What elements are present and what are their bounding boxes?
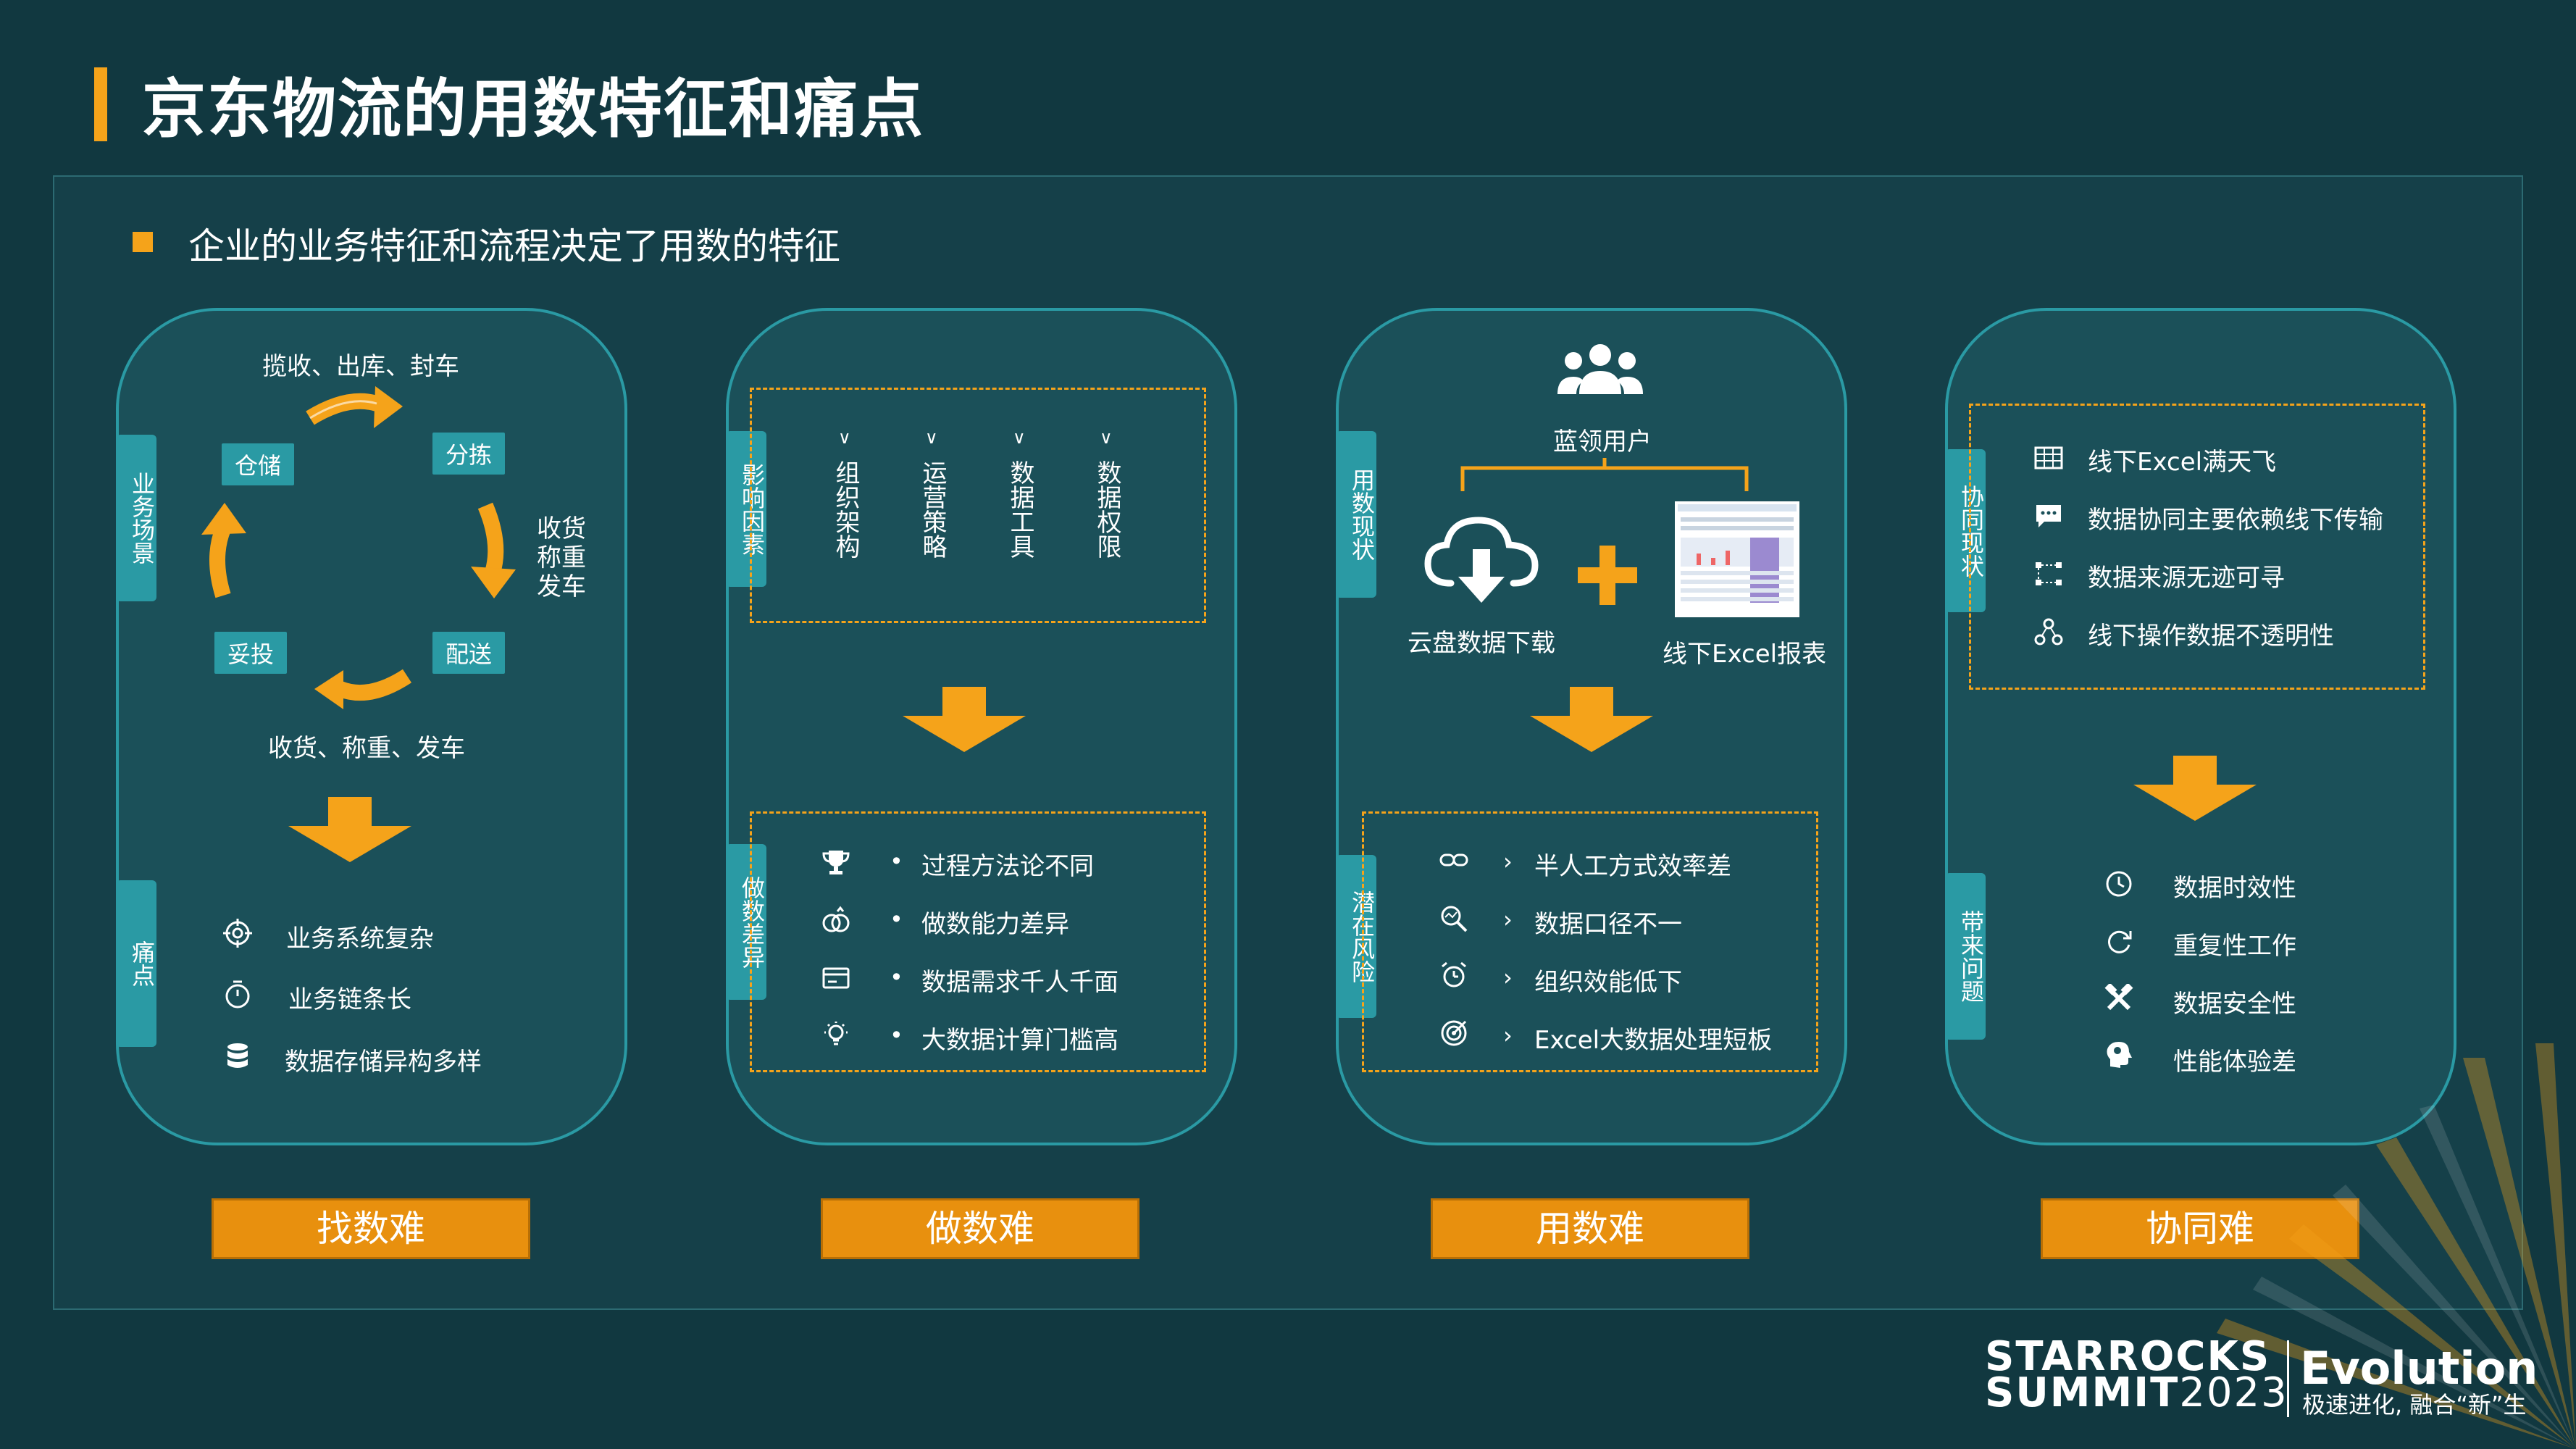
problem-item: 数据时效性 <box>2173 874 2296 903</box>
cloud-label: 云盘数据下载 <box>1408 629 1555 658</box>
difference-item: 做数能力差异 <box>921 910 1069 939</box>
chip-dispatch: 妥投 <box>214 632 288 674</box>
bullet-marker: • <box>890 964 903 991</box>
down-arrow-icon <box>1530 687 1653 752</box>
page-title: 京东物流的用数特征和痛点 <box>142 72 925 146</box>
target-icon <box>223 919 252 948</box>
factor-item: 数据权限 <box>1092 460 1121 559</box>
logo-separator <box>2287 1340 2289 1417</box>
difference-item: 大数据计算门槛高 <box>921 1026 1118 1055</box>
cycle-bottom-label: 收货、称重、发车 <box>268 734 465 763</box>
collab-status-item: 线下操作数据不透明性 <box>2088 622 2334 651</box>
search-chart-icon <box>1441 906 1468 932</box>
down-arrow-icon <box>2133 756 2257 821</box>
factor-item: 组织架构 <box>831 460 860 559</box>
lightbulb-icon <box>824 1022 848 1045</box>
bullet-marker: • <box>890 1022 903 1049</box>
tab-business-scene: 业务场景 <box>116 435 156 601</box>
starrocks-logo-text: STARROCKS SUMMIT2023 <box>1985 1333 2288 1416</box>
factor-item: 运营策略 <box>918 460 947 559</box>
difference-item: 过程方法论不同 <box>921 852 1094 881</box>
plus-icon <box>1578 546 1637 605</box>
users-label: 蓝领用户 <box>1553 427 1652 456</box>
problem-item: 重复性工作 <box>2173 932 2296 961</box>
chevron-right-icon: › <box>1503 964 1513 991</box>
chevron-down-icon: ∨ <box>1100 427 1113 448</box>
rings-icon <box>822 906 850 932</box>
pain-item: 业务链条长 <box>288 985 411 1014</box>
cycle-arrow-bottom-icon <box>314 669 412 709</box>
refresh-icon <box>2108 930 2132 953</box>
factor-item: 数据工具 <box>1005 460 1034 559</box>
tab-pain-points: 痛点 <box>116 880 156 1047</box>
down-arrow-icon <box>903 687 1026 752</box>
subtitle-bullet-icon <box>133 232 153 252</box>
link-icon <box>1439 853 1468 867</box>
chevron-down-icon: ∨ <box>1013 427 1026 448</box>
bullet-marker: • <box>890 906 903 933</box>
clock-icon <box>2106 871 2132 897</box>
make-data-hard-button[interactable]: 做数难 <box>821 1198 1139 1259</box>
right-label-3: 发车 <box>537 572 586 601</box>
slogan-text: 极速进化, 融合“新”生 <box>2302 1391 2527 1419</box>
title-accent-bar <box>94 67 107 141</box>
chevron-right-icon: › <box>1503 1022 1513 1049</box>
bullseye-icon <box>1441 1020 1467 1046</box>
cycle-arrow-top-icon <box>306 386 403 428</box>
subtitle: 企业的业务特征和流程决定了用数的特征 <box>188 225 840 267</box>
difference-item: 数据需求千人千面 <box>921 968 1118 997</box>
risk-item: 半人工方式效率差 <box>1534 852 1731 881</box>
pain-item: 业务系统复杂 <box>286 924 434 953</box>
factors-box <box>750 388 1206 623</box>
risk-item: Excel大数据处理短板 <box>1534 1026 1773 1055</box>
cycle-arrow-left-icon <box>201 503 246 598</box>
cycle-arrow-right-icon <box>471 502 516 598</box>
users-group-icon <box>1557 344 1643 394</box>
database-icon <box>227 1043 248 1068</box>
chevron-right-icon: › <box>1503 848 1513 875</box>
find-data-hard-button[interactable]: 找数难 <box>212 1198 530 1259</box>
bullet-marker: • <box>890 848 903 875</box>
chip-deliver: 配送 <box>432 632 506 674</box>
cycle-top-label: 揽收、出库、封车 <box>262 352 459 381</box>
chevron-down-icon: ∨ <box>925 427 938 448</box>
pain-item: 数据存储异构多样 <box>285 1048 482 1077</box>
alarm-clock-icon <box>1442 961 1466 987</box>
risk-item: 组织效能低下 <box>1534 968 1682 997</box>
collab-status-item: 数据协同主要依赖线下传输 <box>2088 506 2383 535</box>
table-icon <box>2034 446 2063 469</box>
excel-report-icon <box>1675 501 1799 617</box>
chevron-right-icon: › <box>1503 906 1513 933</box>
flow-icon <box>2036 562 2062 585</box>
network-icon <box>2034 618 2063 646</box>
risk-item: 数据口径不一 <box>1534 910 1682 939</box>
chip-sort: 分拣 <box>432 433 506 475</box>
stopwatch-icon <box>225 980 250 1009</box>
tab-usage-status: 用数现状 <box>1336 431 1376 598</box>
cloud-download-icon <box>1424 517 1539 603</box>
collab-status-item: 数据来源无迹可寻 <box>2088 564 2285 593</box>
use-data-hard-button[interactable]: 用数难 <box>1431 1198 1749 1259</box>
trophy-icon <box>822 851 850 874</box>
down-arrow-icon <box>288 797 411 862</box>
chevron-down-icon: ∨ <box>838 427 851 448</box>
bracket-connector <box>1460 458 1749 491</box>
chip-warehouse: 仓储 <box>222 443 295 485</box>
chat-icon <box>2036 505 2061 527</box>
excel-label: 线下Excel报表 <box>1663 640 1827 669</box>
collab-status-item: 线下Excel满天飞 <box>2088 448 2277 477</box>
card-icon <box>822 967 850 989</box>
